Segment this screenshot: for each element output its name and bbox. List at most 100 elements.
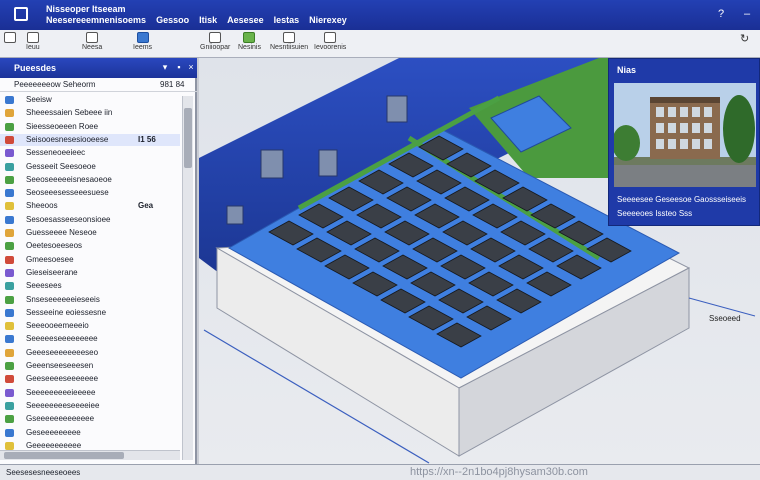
menu-item-view[interactable]: Itisk bbox=[199, 15, 217, 25]
panel-pin-icon[interactable]: ▪ bbox=[174, 62, 184, 72]
menu-item-tools[interactable]: Iestas bbox=[274, 15, 300, 25]
tree-row[interactable]: Gseeeeeeeeeeeee bbox=[0, 413, 180, 425]
tree-row-label: Gmeesoesee bbox=[26, 254, 74, 264]
tree-row[interactable]: Gesseeit Seesoeoe bbox=[0, 161, 180, 173]
tree-row[interactable]: Seeeeeeeeeieeeee bbox=[0, 387, 180, 399]
tree-row[interactable]: Seeesees bbox=[0, 280, 180, 292]
scrollbar-thumb[interactable] bbox=[184, 108, 192, 168]
tree-row-label: Sheeessaien Sebeee iin bbox=[26, 108, 113, 118]
panel-menu-icon[interactable]: ▾ bbox=[160, 62, 170, 72]
menu-item-insert[interactable]: Aesesee bbox=[227, 15, 264, 25]
tree-row[interactable]: Sesseeine eoiessesne bbox=[0, 307, 180, 319]
tool-icon bbox=[324, 32, 337, 43]
layer-icon bbox=[5, 215, 14, 224]
tree-row-label: Sieesseoeeen Roee bbox=[26, 121, 99, 131]
tree-row-label: Seisooesnesesiooeese bbox=[26, 134, 109, 144]
tree-row[interactable]: Sheeoos Gea bbox=[0, 200, 180, 212]
title-bar: Nisseoper Itseeam Neesereeemnenisoems Ge… bbox=[0, 0, 760, 30]
tree-row[interactable]: Seeoseeeeeisnesaoeoe bbox=[0, 174, 180, 186]
panel-count: 981 84 bbox=[160, 80, 185, 89]
layer-icon bbox=[5, 135, 14, 144]
tree-row[interactable]: Geeeseeeeeeeeseo bbox=[0, 347, 180, 359]
tree-row[interactable]: Geeenseeseeesen bbox=[0, 360, 180, 372]
tree-row-label: Gseeeeeeeeeeeee bbox=[26, 414, 95, 424]
tree-row[interactable]: Sieesseoeeen Roee bbox=[0, 121, 180, 133]
tree-row-label: Geeenseeseeesen bbox=[26, 361, 94, 370]
tree-row-value: I1 56 bbox=[138, 134, 156, 144]
tree-row-label: Geeeseeeeeeeeseo bbox=[26, 347, 99, 357]
layer-icon bbox=[5, 175, 14, 184]
photo-caption: Seeeesee Geseesoe Gaossseiseeis bbox=[617, 195, 746, 204]
menu-item-file[interactable]: Neesereeemnenisoems bbox=[46, 15, 146, 25]
layer-icon bbox=[5, 149, 14, 158]
layer-icon bbox=[5, 268, 14, 277]
tree-row[interactable]: Seeisw bbox=[0, 94, 180, 106]
tree-row-label: Seeeeeeeeseeeeiee bbox=[26, 400, 100, 410]
generic-tool-button[interactable]: Ievoorenis bbox=[314, 32, 346, 56]
minimize-icon[interactable]: – bbox=[740, 7, 754, 21]
view-tool-button[interactable]: Ieuu bbox=[26, 32, 40, 56]
panel-title: Pueesdes bbox=[14, 63, 57, 73]
layer-icon bbox=[5, 109, 14, 118]
hscrollbar-thumb[interactable] bbox=[4, 452, 124, 459]
measure-icon bbox=[283, 32, 296, 43]
tree-row[interactable]: Seisooesnesesiooeese I1 56 bbox=[0, 133, 180, 146]
site-photo-panel: Nias Seeeesee Geseesoe Gaossseiseeis See… bbox=[608, 58, 760, 226]
tree-row[interactable]: Gieseiseerane bbox=[0, 267, 180, 279]
measure-tool-button[interactable]: Nesntiisuien bbox=[270, 32, 308, 56]
tree-row-label: Seeesees bbox=[26, 281, 62, 291]
refresh-button[interactable]: ↻ bbox=[740, 32, 749, 56]
tree-row-label: Guesseeee Neseoe bbox=[26, 228, 97, 237]
refresh-icon: ↻ bbox=[740, 33, 750, 45]
tree-row[interactable]: Gmeesoesee bbox=[0, 254, 180, 266]
building-photo bbox=[614, 83, 756, 187]
select-tool-button[interactable]: Ieems bbox=[133, 32, 152, 56]
tree-row-label: Seeisw bbox=[26, 95, 52, 104]
tree-row[interactable]: Geseeeeeeeee bbox=[0, 427, 180, 439]
tree-row-label: Sesseeine eoiessesne bbox=[26, 307, 107, 317]
tree-row[interactable]: Seeeeeeeeseeeeiee bbox=[0, 400, 180, 412]
layers-tool-button[interactable]: Neesa bbox=[82, 32, 102, 56]
tree-row-label: Sesseneoeeieec bbox=[26, 148, 86, 158]
tree-row-label: Sheeoos bbox=[26, 201, 58, 211]
menu-item-help[interactable]: Nierexey bbox=[309, 15, 347, 25]
layer-icon bbox=[5, 162, 14, 171]
layer-icon bbox=[5, 282, 14, 291]
photo-panel-title: Nias bbox=[617, 65, 637, 75]
tree-row[interactable]: Snseseeeeeeieseeis bbox=[0, 294, 180, 306]
tree-row[interactable]: Sheeessaien Sebeee iin bbox=[0, 107, 180, 119]
panel-close-icon[interactable]: × bbox=[186, 62, 196, 72]
object-icon bbox=[209, 32, 222, 43]
tree-row-label: Snseseeeeeeieseeis bbox=[26, 294, 100, 304]
window-title: Nisseoper Itseeam bbox=[46, 4, 126, 14]
plant-tool-button[interactable]: Nesinis bbox=[238, 32, 261, 56]
panel-subheader: Peeeeeeeow Seheorm 981 84 bbox=[0, 78, 197, 92]
layer-icon bbox=[5, 202, 14, 211]
horizontal-scrollbar[interactable] bbox=[0, 450, 180, 460]
tree-row[interactable]: Guesseeee Neseoe bbox=[0, 227, 180, 239]
tree-row[interactable]: Seoseeesesseeesuese bbox=[0, 187, 180, 199]
tree-row-value: Gea bbox=[138, 201, 154, 211]
status-text: Seesesesneeseoees bbox=[6, 468, 81, 477]
tree-row-label: Sesoesasseeseonsioee bbox=[26, 214, 111, 224]
layer-icon bbox=[5, 375, 14, 384]
move-tool-button[interactable] bbox=[4, 32, 16, 56]
tree-row[interactable]: Geeseeeeseeeeeee bbox=[0, 373, 180, 385]
tree-row-label: Seeoseeeeeisnesaoeoe bbox=[26, 174, 112, 184]
tree-row-label: Gesseeit Seesoeoe bbox=[26, 161, 96, 171]
tree-row[interactable]: Seeeeeseeeeeeeee bbox=[0, 333, 180, 345]
tree-row[interactable]: Sesseneoeeieec bbox=[0, 147, 180, 159]
tree-row[interactable]: Seeeooeemeeeio bbox=[0, 320, 180, 332]
layer-icon bbox=[5, 322, 14, 331]
vertical-scrollbar[interactable] bbox=[182, 96, 193, 460]
object-tool-button[interactable]: Gniioopar bbox=[200, 32, 230, 56]
layer-icon bbox=[5, 96, 14, 104]
tree-row[interactable]: Oeetesoeeseos bbox=[0, 240, 180, 252]
layer-icon bbox=[5, 362, 14, 370]
layers-icon bbox=[86, 32, 99, 43]
properties-panel: Pueesdes ▾ ▪ × Peeeeeeeow Seheorm 981 84… bbox=[0, 58, 197, 464]
help-icon[interactable]: ? bbox=[714, 7, 728, 21]
tree-row[interactable]: Sesoesasseeseonsioee bbox=[0, 214, 180, 226]
tree-row-label: Seeeooeemeeeio bbox=[26, 321, 89, 331]
menu-item-edit[interactable]: Gessoo bbox=[156, 15, 189, 25]
